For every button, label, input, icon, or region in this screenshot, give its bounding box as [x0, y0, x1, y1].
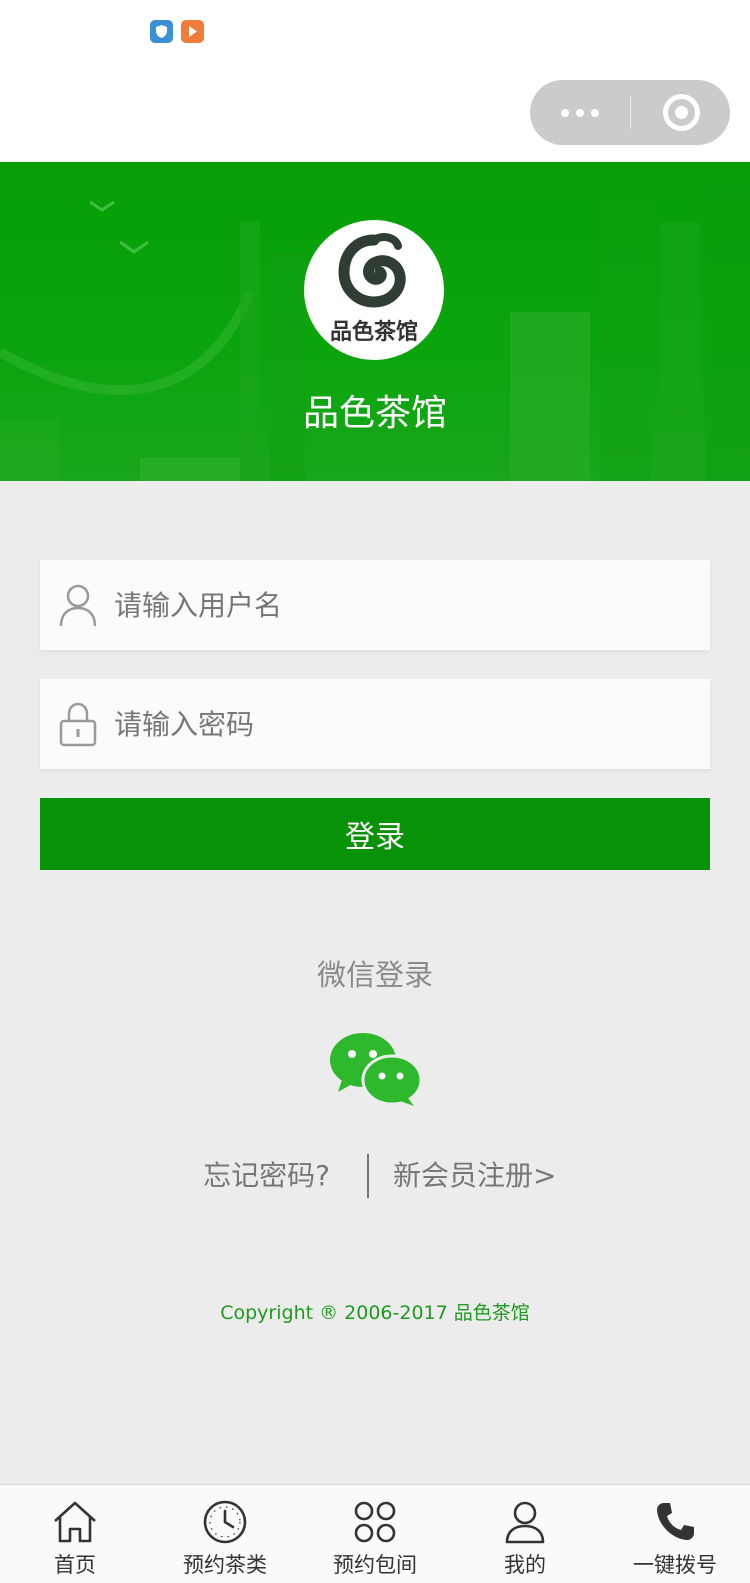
tab-label: 首页: [54, 1553, 96, 1577]
brand-title: 品色茶馆: [302, 393, 447, 434]
account-links: 忘记密码? 新会员注册>: [0, 1154, 750, 1198]
tab-home[interactable]: 首页: [0, 1485, 150, 1583]
tab-reserve-room[interactable]: 预约包间: [300, 1485, 450, 1583]
logo-text: 品色茶馆: [329, 319, 418, 345]
tab-label: 预约茶类: [183, 1553, 267, 1577]
lock-icon: [59, 702, 97, 747]
home-icon: [54, 1501, 96, 1543]
register-link[interactable]: 新会员注册>: [393, 1154, 556, 1194]
shield-icon: [150, 20, 173, 43]
links-divider: [367, 1154, 369, 1198]
tab-label: 预约包间: [333, 1553, 417, 1577]
status-bar: [0, 0, 750, 162]
capsule-divider: [630, 96, 631, 129]
tab-mine[interactable]: 我的: [450, 1485, 600, 1583]
password-input[interactable]: [114, 679, 694, 769]
tab-call[interactable]: 一键拨号: [600, 1485, 750, 1583]
clock-icon: [203, 1500, 247, 1544]
login-button[interactable]: 登录: [40, 798, 710, 870]
close-miniapp-button[interactable]: [663, 94, 700, 131]
header-banner: 品色茶馆 品色茶馆: [0, 162, 750, 481]
login-page: 品色茶馆 品色茶馆 登录 微信登录 忘记密码?: [0, 0, 750, 1583]
forgot-password-link[interactable]: 忘记密码?: [203, 1154, 330, 1194]
username-field[interactable]: [40, 560, 710, 650]
tab-bar: 首页 预约茶类 预约包间 我的 一键拨号: [0, 1484, 750, 1583]
grid-icon: [354, 1501, 396, 1543]
password-field[interactable]: [40, 679, 710, 769]
phone-icon: [657, 1503, 694, 1540]
copyright-text: Copyright ® 2006-2017 品色茶馆: [220, 1302, 530, 1324]
username-input[interactable]: [114, 560, 694, 650]
person-icon: [505, 1501, 545, 1544]
wechat-icon[interactable]: [330, 1030, 422, 1106]
video-icon: [181, 20, 204, 43]
tab-label: 我的: [504, 1553, 546, 1577]
wechat-login-title: 微信登录: [316, 958, 433, 992]
swirl-logo-icon: [338, 233, 406, 308]
more-menu-button[interactable]: [530, 80, 630, 145]
tab-label: 一键拨号: [633, 1553, 717, 1577]
miniapp-capsule: [530, 80, 730, 145]
tab-reserve-tea[interactable]: 预约茶类: [150, 1485, 300, 1583]
brand-logo: 品色茶馆: [304, 220, 444, 360]
user-icon: [59, 584, 97, 627]
